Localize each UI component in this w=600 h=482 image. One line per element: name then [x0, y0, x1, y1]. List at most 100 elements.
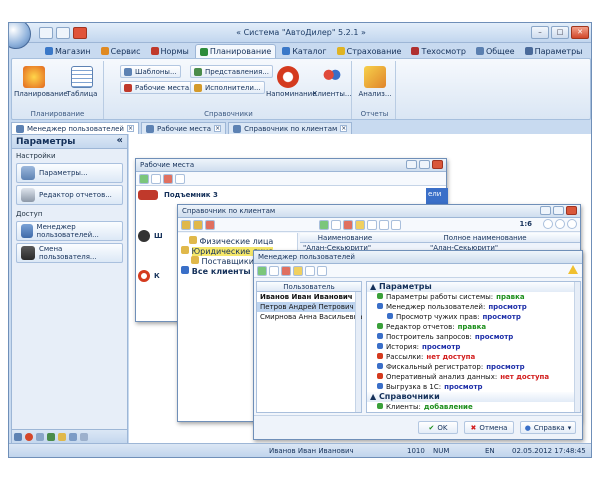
ribbon-tab[interactable]: Общее — [472, 44, 519, 58]
permission-row[interactable]: Просмотр чужих прав: просмотр — [367, 312, 580, 322]
workplaces-button[interactable]: Рабочие места... — [120, 81, 200, 94]
permission-row[interactable]: Фискальный регистратор: просмотр — [367, 362, 580, 372]
planning-button[interactable]: Планирование — [14, 63, 68, 105]
delete-icon[interactable] — [163, 173, 173, 184]
tab-close-icon[interactable]: × — [126, 125, 134, 132]
user-row[interactable]: Иванов Иван Иванович — [257, 292, 361, 302]
workplace-item[interactable]: Подъемник 3 — [164, 191, 218, 199]
permission-row[interactable]: Статистика:просмотр — [367, 412, 580, 413]
clients-minimize[interactable] — [540, 206, 551, 215]
permission-row[interactable]: Построитель запросов: просмотр — [367, 332, 580, 342]
reminder-button[interactable]: Напоминание — [266, 63, 317, 105]
table-button[interactable]: Таблица — [62, 63, 102, 105]
document-tabs: Менеджер пользователей × Рабочие места × Спр… — [11, 122, 591, 134]
user-manager-button[interactable]: Менеджер пользователей... — [16, 221, 123, 241]
workplaces-maximize[interactable] — [419, 160, 430, 169]
permission-row[interactable]: Параметры работы системы: правка — [367, 292, 580, 302]
permission-row[interactable]: История: просмотр — [367, 342, 580, 352]
copy-icon[interactable] — [175, 173, 185, 184]
add-icon[interactable] — [319, 219, 329, 230]
edit-icon[interactable] — [151, 173, 161, 184]
print-icon[interactable] — [379, 219, 389, 230]
ribbon-tab[interactable]: Планирование — [194, 44, 277, 58]
permissions-scrollbar[interactable] — [574, 282, 580, 412]
report-editor-button[interactable]: Редактор отчетов... — [16, 185, 123, 205]
workplace-item[interactable]: Ш — [154, 232, 163, 240]
collapse-chevron-icon[interactable]: « — [117, 135, 123, 146]
close-button[interactable]: ✕ — [571, 26, 589, 39]
filter-icon[interactable] — [367, 219, 377, 230]
maximize-button[interactable]: □ — [551, 26, 569, 39]
prev-page-icon[interactable] — [555, 219, 565, 229]
executors-button[interactable]: Исполнители... — [190, 81, 265, 94]
workplace-item[interactable]: К — [154, 272, 160, 280]
clients-button[interactable]: Клиенты... — [312, 63, 352, 105]
params-button[interactable]: Параметры... — [16, 163, 123, 183]
permission-row[interactable]: Менеджер пользователей: просмотр — [367, 302, 580, 312]
tree-item-physical[interactable]: Физические лица — [178, 236, 297, 246]
cancel-button[interactable]: ✖ Отмена — [464, 421, 514, 434]
delete-user-icon[interactable] — [281, 265, 291, 276]
gear-icon[interactable] — [36, 432, 44, 441]
user-row[interactable]: Смирнова Анна Васильевна — [257, 312, 363, 322]
delete-icon[interactable] — [343, 219, 353, 230]
ribbon-tab[interactable]: Каталог — [278, 44, 330, 58]
document-tab[interactable]: Менеджер пользователей × — [11, 122, 139, 134]
next-page-icon[interactable] — [567, 219, 577, 229]
stop-icon[interactable] — [25, 432, 33, 441]
document-tab[interactable]: Справочник по клиентам × — [228, 122, 353, 134]
edit-icon[interactable] — [331, 219, 341, 230]
refs-group[interactable]: ▲ Справочники — [367, 392, 580, 402]
help-button[interactable]: ● Справка ▾ — [520, 421, 576, 434]
permission-row[interactable]: Рассылки: нет доступа — [367, 352, 580, 362]
add-user-icon[interactable] — [257, 265, 267, 276]
folder-add-icon[interactable] — [193, 219, 203, 230]
paste-icon[interactable] — [317, 265, 327, 276]
document-tab[interactable]: Рабочие места × — [140, 122, 227, 134]
first-page-icon[interactable] — [543, 219, 553, 229]
tab-close-icon[interactable]: × — [214, 125, 222, 132]
folder-icon[interactable] — [181, 219, 191, 230]
folder-icon[interactable] — [58, 432, 66, 441]
expand-icon[interactable] — [80, 432, 88, 441]
workplaces-minimize[interactable] — [406, 160, 417, 169]
key-icon[interactable] — [293, 265, 303, 276]
analysis-button[interactable]: Анализ... — [355, 63, 395, 105]
clients-close[interactable] — [566, 206, 577, 215]
permission-icon — [377, 303, 383, 309]
back-icon[interactable] — [14, 432, 22, 441]
permission-row[interactable]: Оперативный анализ данных: нет доступа — [367, 372, 580, 382]
edit-user-icon[interactable] — [269, 265, 279, 276]
ribbon-tab[interactable]: Магазин — [41, 44, 95, 58]
user-row[interactable]: Петров Андрей Петрович — [257, 302, 361, 312]
col-full-name-header[interactable]: Полное наименование — [390, 233, 580, 243]
minimize-button[interactable]: – — [531, 26, 549, 39]
clients-maximize[interactable] — [553, 206, 564, 215]
permission-row[interactable]: Редактор отчетов: правка — [367, 322, 580, 332]
ribbon-tab[interactable]: Параметры — [521, 44, 587, 58]
export-icon[interactable] — [391, 219, 401, 230]
ok-button[interactable]: ✔ OK — [418, 421, 458, 434]
params-group[interactable]: ▲ Параметры — [367, 282, 580, 292]
list-icon[interactable] — [69, 432, 77, 441]
col-name-header[interactable]: Наименование — [300, 233, 390, 243]
add-icon[interactable] — [139, 173, 149, 184]
ribbon-tab[interactable]: Сервис — [97, 44, 145, 58]
ribbon-tab[interactable]: Техосмотр — [407, 44, 470, 58]
views-button[interactable]: Представления... — [190, 65, 273, 78]
permission-row[interactable]: Клиенты: добавление — [367, 402, 580, 412]
ribbon-tab[interactable]: Страхование — [333, 44, 406, 58]
copy-icon[interactable] — [305, 265, 315, 276]
workplaces-close[interactable] — [432, 160, 443, 169]
folder-delete-icon[interactable] — [205, 219, 215, 230]
chart-icon[interactable] — [47, 432, 55, 441]
templates-button[interactable]: Шаблоны... — [120, 65, 181, 78]
tab-close-icon[interactable]: × — [340, 125, 348, 132]
ribbon-tab[interactable]: Нормы — [147, 44, 193, 58]
users-scrollbar[interactable] — [355, 292, 361, 412]
user-manager-window[interactable]: Менеджер пользователей Пользователь Иван… — [253, 250, 583, 440]
permission-row[interactable]: Выгрузка в 1С: просмотр — [367, 382, 580, 392]
search-icon[interactable] — [355, 219, 365, 230]
ribbon-tab[interactable]: Система — [588, 44, 591, 58]
change-user-button[interactable]: Смена пользователя... — [16, 243, 123, 263]
